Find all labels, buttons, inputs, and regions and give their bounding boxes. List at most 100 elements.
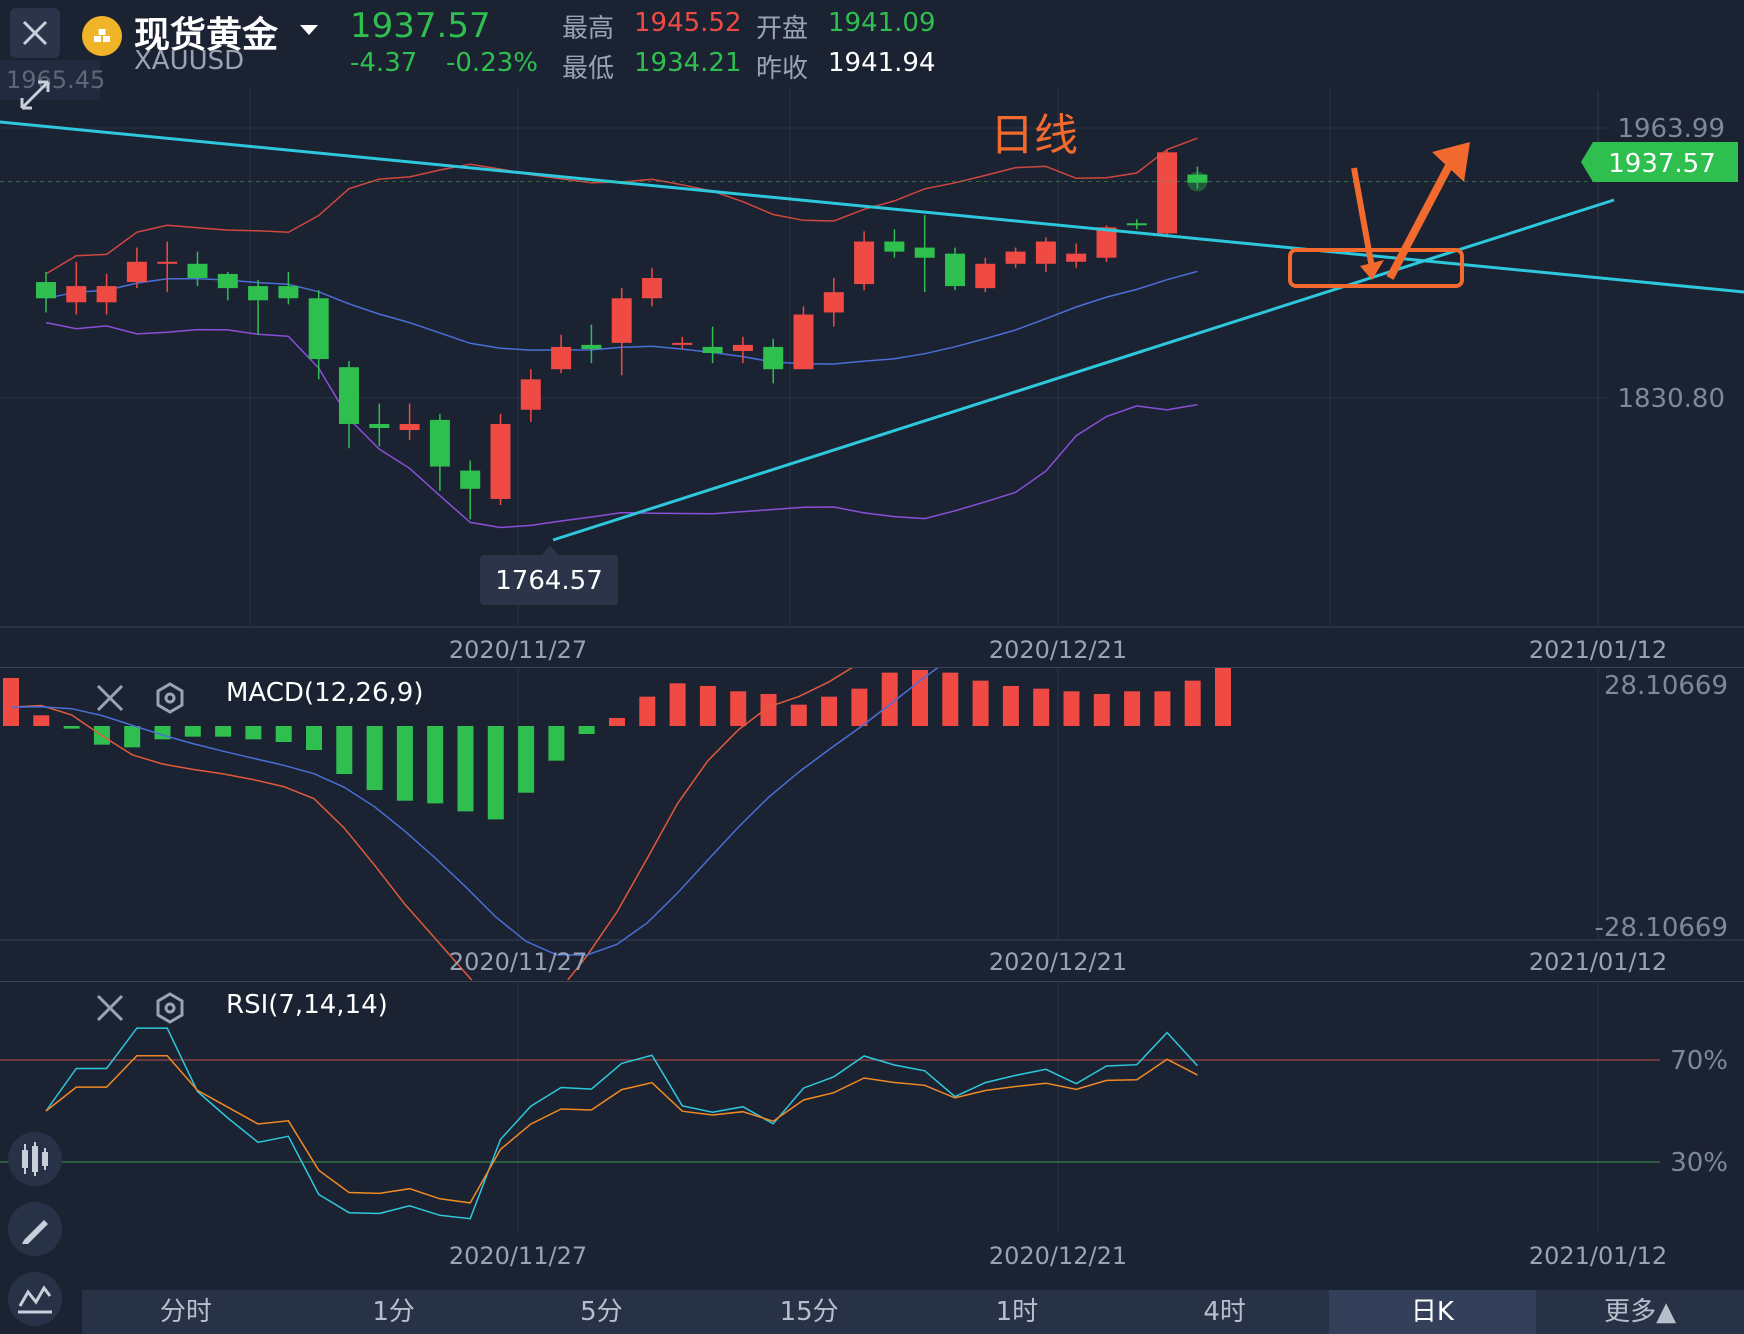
gold-coin-icon (82, 16, 122, 56)
candle (36, 271, 56, 313)
tab-15min[interactable]: 15分 (705, 1290, 913, 1334)
macd-bottom-value: -28.10669 (1595, 913, 1728, 943)
macd-histogram-bar (669, 683, 686, 726)
macd-histogram-bar (730, 691, 747, 726)
candle (217, 271, 238, 301)
up-arrowhead (1432, 142, 1470, 182)
tab-daily[interactable]: 日K (1328, 1290, 1537, 1334)
price-tick-low: 1830.80 (1617, 384, 1725, 414)
low-price-marker: 1764.57 (480, 545, 618, 605)
macd-histogram-bar (184, 726, 201, 737)
main-date-3: 2021/01/12 (1529, 636, 1667, 664)
candle-body (611, 298, 632, 343)
candle (399, 403, 420, 441)
macd-histogram-bar (518, 726, 535, 793)
candlestick-chart[interactable]: 日线 1963.99 1830.80 1937.57 1764.57 2020/… (0, 90, 1744, 670)
candle-body (369, 423, 390, 429)
rsi-settings-button[interactable] (152, 990, 188, 1026)
macd-histogram-bar (1033, 688, 1050, 726)
macd-settings-button[interactable] (152, 680, 188, 716)
close-icon (22, 20, 48, 46)
rsi-date-1: 2020/11/27 (449, 1242, 587, 1270)
candle-body (854, 241, 875, 285)
rsi-date-3: 2021/01/12 (1529, 1242, 1667, 1270)
macd-histogram-bar (1154, 691, 1171, 726)
pencil-icon (22, 1220, 48, 1244)
gear-icon (156, 682, 184, 714)
candle-body (248, 286, 269, 301)
low-price-marker-text: 1764.57 (495, 566, 603, 596)
macd-histogram-bar (124, 726, 141, 748)
candle (945, 247, 965, 291)
macd-histogram-bar (821, 696, 838, 726)
pullback-arrowhead (1360, 260, 1384, 280)
tab-1hour[interactable]: 1时 (913, 1290, 1121, 1334)
tab-more[interactable]: 更多▲ (1536, 1290, 1744, 1334)
tab-4hour[interactable]: 4时 (1121, 1290, 1329, 1334)
tab-fenshi[interactable]: 分时 (82, 1290, 290, 1334)
candle (96, 273, 117, 315)
macd-histogram-bar (1124, 691, 1141, 726)
candle (672, 336, 693, 349)
current-price-tag-text: 1937.57 (1608, 149, 1716, 179)
candle (763, 338, 784, 384)
candle (823, 277, 844, 327)
low-label: 最低 (562, 54, 615, 84)
tab-5min[interactable]: 5分 (498, 1290, 706, 1334)
candle-body (278, 286, 299, 299)
rsi-title: RSI(7,14,14) (226, 990, 388, 1020)
candle-body (793, 314, 814, 370)
candle-body (642, 277, 662, 299)
candle-body (581, 344, 602, 349)
macd-histogram-bar (245, 726, 262, 740)
candle-body (702, 346, 723, 353)
candle (1066, 243, 1087, 268)
candle (914, 215, 935, 293)
candle-body (66, 286, 87, 303)
candle-body (732, 344, 753, 351)
macd-histogram-bar (336, 726, 353, 775)
close-button[interactable] (10, 8, 60, 58)
candle-body (187, 263, 208, 278)
candle-body (551, 346, 572, 370)
macd-histogram-bar (366, 726, 383, 791)
candle (581, 324, 602, 364)
candle-body (672, 342, 693, 345)
candle-body (1126, 223, 1147, 226)
macd-histogram-bar (487, 726, 504, 820)
macd-histogram-bar (63, 726, 80, 729)
price-change-pct: -0.23% (446, 48, 538, 78)
chevron-down-icon[interactable] (298, 22, 320, 41)
candle-body (157, 261, 178, 264)
low-value: 1934.21 (634, 48, 742, 78)
candle-body (460, 470, 481, 489)
indicator-button[interactable] (8, 1272, 62, 1326)
candle-style-button[interactable] (8, 1132, 62, 1186)
macd-histogram-bar (699, 685, 716, 726)
macd-chart[interactable]: 28.10669 -28.10669 2020/11/27 2020/12/21… (0, 668, 1744, 980)
rsi-close-button[interactable] (92, 990, 128, 1026)
macd-close-button[interactable] (92, 680, 128, 716)
candle-body (914, 247, 935, 258)
candle (369, 403, 390, 447)
tab-1min[interactable]: 1分 (290, 1290, 498, 1334)
macd-date-3: 2021/01/12 (1529, 948, 1667, 976)
candle (611, 288, 632, 376)
macd-date-2: 2020/12/21 (989, 948, 1127, 976)
macd-histogram-bar (790, 704, 807, 726)
candle (308, 290, 329, 380)
draw-tool-button[interactable] (8, 1202, 62, 1256)
candle-body (1005, 251, 1026, 264)
candle (1126, 219, 1147, 230)
macd-histogram-bar (427, 726, 444, 804)
macd-histogram-bar (942, 672, 959, 726)
main-date-2: 2020/12/21 (989, 636, 1127, 664)
timeframe-annotation: 日线 (990, 110, 1078, 161)
price-tick-high: 1963.99 (1617, 114, 1725, 144)
candle (278, 271, 299, 305)
macd-histogram-bar (972, 680, 989, 726)
open-label: 开盘 (756, 14, 809, 44)
rsi-chart[interactable]: 70% 30% 2020/11/27 2020/12/21 2021/01/12 (0, 982, 1744, 1290)
prev-close-label: 昨收 (756, 54, 809, 84)
current-price: 1937.57 (350, 6, 491, 46)
